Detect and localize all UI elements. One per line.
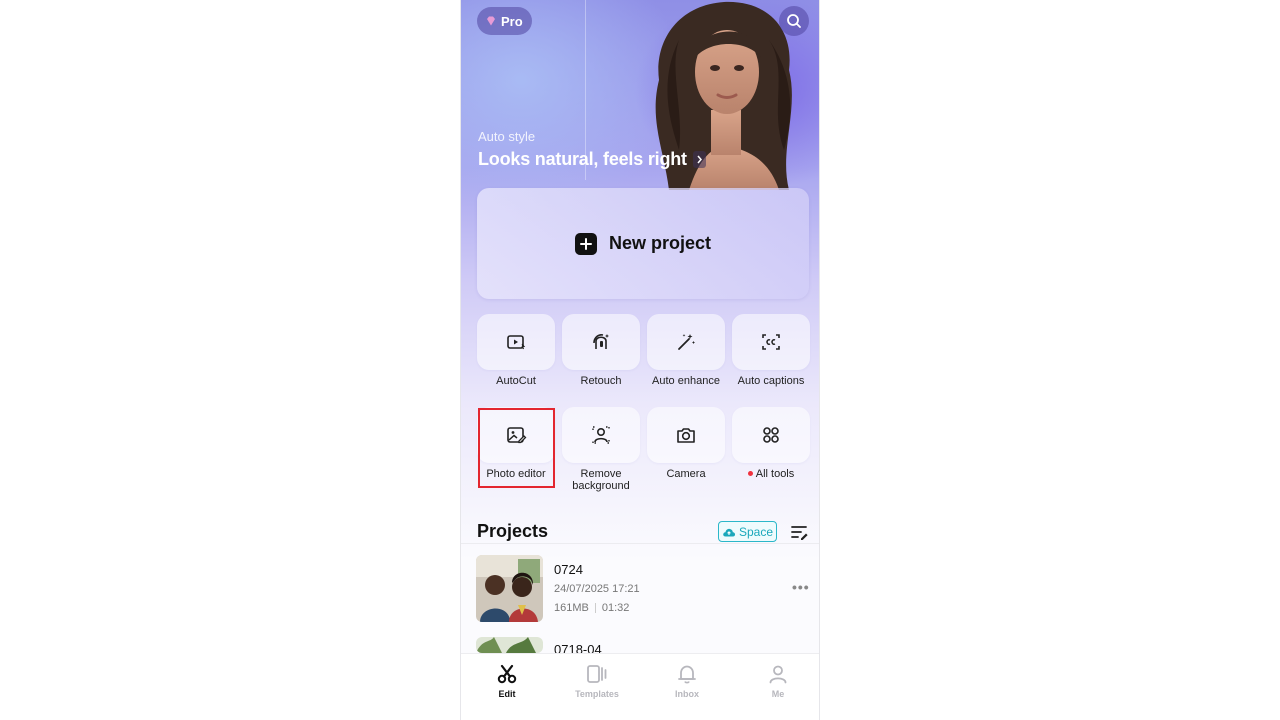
project-item[interactable]: 0718-04 bbox=[476, 637, 806, 653]
project-size: 161MB bbox=[554, 602, 589, 614]
photo-editor-tile[interactable] bbox=[477, 407, 555, 463]
tool-label: Remove background bbox=[572, 468, 630, 492]
projects-title: Projects bbox=[477, 521, 549, 541]
new-project-button[interactable]: New project bbox=[477, 188, 809, 299]
tool-label: All tools bbox=[755, 468, 795, 480]
nav-inbox[interactable]: Inbox bbox=[652, 662, 722, 699]
hero-headline-link[interactable]: Looks natural, feels right bbox=[478, 149, 706, 170]
nav-templates[interactable]: Templates bbox=[562, 662, 632, 699]
remove-bg-icon bbox=[592, 426, 610, 444]
projects-divider bbox=[461, 543, 819, 544]
tool-photo-editor[interactable]: Photo editor bbox=[477, 407, 555, 480]
hero-subtitle: Auto style bbox=[478, 129, 536, 144]
app-screen: Pro Auto style Looks natural, feels righ… bbox=[460, 0, 820, 720]
nav-label: Me bbox=[771, 689, 785, 699]
nav-label: Inbox bbox=[675, 689, 699, 699]
templates-icon bbox=[587, 665, 607, 683]
plus-icon bbox=[574, 232, 597, 255]
project-name: 0724 bbox=[554, 562, 583, 577]
person-icon bbox=[769, 665, 787, 684]
camera-tile[interactable] bbox=[647, 407, 725, 463]
new-project-label: New project bbox=[608, 233, 712, 253]
tool-label-all-tools: All tools bbox=[732, 468, 810, 480]
auto-captions-tile[interactable] bbox=[732, 314, 810, 370]
retouch-tile[interactable] bbox=[562, 314, 640, 370]
tool-camera[interactable]: Camera bbox=[647, 407, 725, 480]
notification-dot bbox=[747, 470, 753, 476]
pro-badge-label: Pro bbox=[501, 13, 523, 29]
project-duration: 01:32 bbox=[601, 602, 630, 614]
tool-auto-captions[interactable]: Auto captions bbox=[732, 314, 810, 387]
tool-all-tools[interactable]: All tools bbox=[732, 407, 810, 480]
manage-projects-button[interactable] bbox=[791, 523, 809, 541]
project-name: 0718-04 bbox=[554, 642, 602, 653]
tool-retouch[interactable]: Retouch bbox=[562, 314, 640, 387]
autocut-tile[interactable] bbox=[477, 314, 555, 370]
tool-label: Photo editor bbox=[486, 468, 546, 480]
more-options-button[interactable]: ••• bbox=[792, 579, 810, 595]
camera-icon bbox=[677, 428, 695, 443]
nav-label: Edit bbox=[498, 689, 516, 699]
diamond-icon bbox=[487, 16, 495, 26]
all-tools-tile[interactable] bbox=[732, 407, 810, 463]
meta-separator bbox=[594, 603, 596, 613]
list-edit-icon bbox=[791, 526, 808, 540]
pro-badge[interactable]: Pro bbox=[477, 7, 532, 35]
bottom-nav: Edit Templates Inbox Me bbox=[461, 653, 819, 720]
tool-label: Auto captions bbox=[737, 375, 805, 387]
cloud-upload-icon bbox=[723, 528, 736, 536]
project-item[interactable]: 0724 24/07/2025 17:21 161MB 01:32 ••• bbox=[476, 555, 809, 623]
nav-label: Templates bbox=[575, 689, 619, 699]
tool-label: Retouch bbox=[580, 375, 622, 387]
tool-autocut[interactable]: AutoCut bbox=[477, 314, 555, 387]
space-button[interactable]: Space bbox=[718, 521, 777, 542]
project-thumbnail[interactable] bbox=[476, 555, 543, 622]
project-meta: 161MB 01:32 bbox=[554, 602, 629, 614]
tool-label: Camera bbox=[666, 468, 706, 480]
captions-icon bbox=[762, 334, 780, 350]
grid-icon bbox=[763, 427, 779, 443]
hero-headline: Looks natural, feels right bbox=[478, 149, 687, 169]
autocut-icon bbox=[507, 335, 526, 350]
project-date: 24/07/2025 17:21 bbox=[554, 583, 640, 595]
scissors-icon bbox=[497, 664, 517, 684]
nav-me[interactable]: Me bbox=[743, 662, 813, 699]
bell-icon bbox=[678, 665, 696, 684]
nav-edit[interactable]: Edit bbox=[472, 662, 542, 699]
retouch-icon bbox=[593, 334, 609, 349]
search-button[interactable] bbox=[779, 6, 809, 36]
chevron-right-icon bbox=[692, 151, 706, 168]
tool-remove-background[interactable]: Remove background bbox=[562, 407, 640, 492]
photo-edit-icon bbox=[507, 427, 527, 444]
project-thumbnail[interactable] bbox=[476, 637, 543, 653]
remove-background-tile[interactable] bbox=[562, 407, 640, 463]
tool-auto-enhance[interactable]: Auto enhance bbox=[647, 314, 725, 387]
auto-enhance-tile[interactable] bbox=[647, 314, 725, 370]
tool-label: AutoCut bbox=[496, 375, 536, 387]
search-icon bbox=[787, 14, 801, 28]
space-label: Space bbox=[738, 524, 774, 539]
tool-label: Auto enhance bbox=[652, 375, 720, 387]
magic-wand-icon bbox=[678, 334, 695, 350]
